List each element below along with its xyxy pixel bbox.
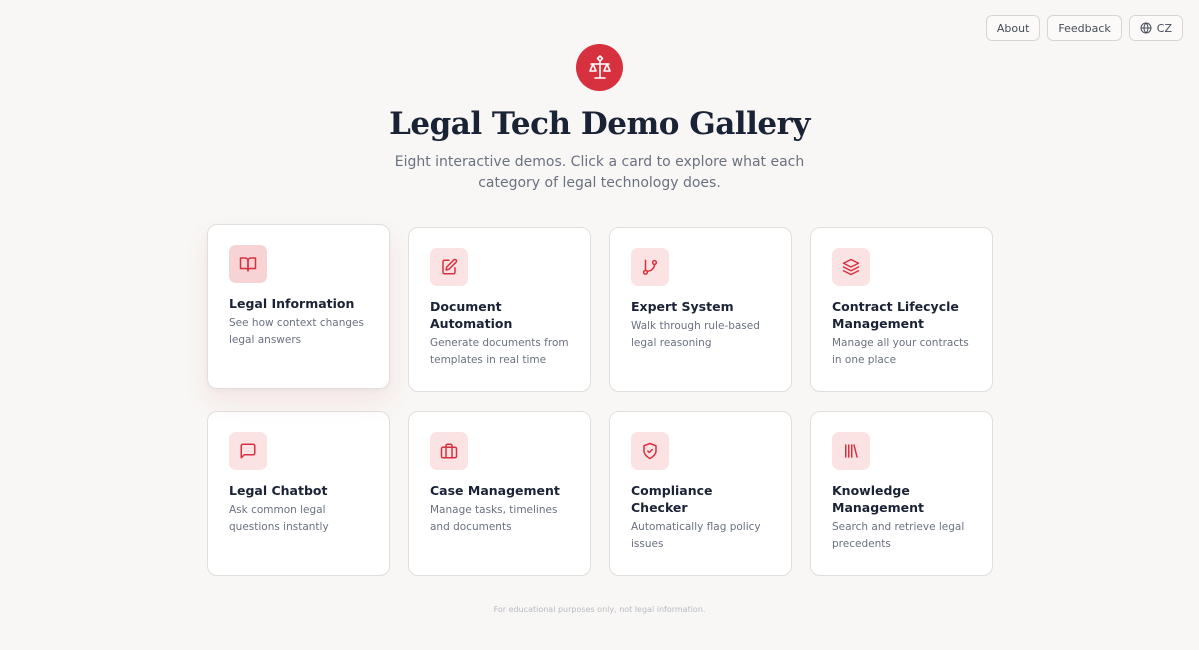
language-button[interactable]: CZ [1128, 15, 1183, 41]
card-compliance-checker[interactable]: Compliance Checker Automatically flag po… [609, 411, 792, 576]
card-title: Compliance Checker [631, 483, 713, 515]
card-title: Contract Lifecycle Management [832, 299, 959, 331]
card-icon-tile [430, 432, 468, 470]
about-button[interactable]: About [985, 15, 1041, 41]
briefcase-icon [440, 443, 458, 459]
page-title: Legal Tech Demo Gallery [389, 106, 810, 142]
card-icon-tile [631, 432, 669, 470]
footer-disclaimer: For educational purposes only, not legal… [493, 605, 706, 614]
card-document-automation[interactable]: Document Automation Generate documents f… [408, 227, 591, 392]
demo-card-grid: Legal Information See how context change… [207, 224, 993, 576]
book-open-icon [239, 257, 257, 272]
globe-icon [1140, 22, 1152, 34]
card-case-management[interactable]: Case Management Manage tasks, timelines … [408, 411, 591, 576]
card-description: Manage all your contracts in one place [832, 337, 969, 366]
card-description: Search and retrieve legal precedents [832, 521, 965, 550]
card-title: Document Automation [430, 299, 513, 331]
card-description: Ask common legal questions instantly [229, 504, 329, 533]
card-description: Automatically flag policy issues [631, 521, 761, 550]
shield-check-icon [643, 442, 657, 460]
layers-icon [842, 258, 860, 276]
card-icon-tile [229, 432, 267, 470]
card-description: Manage tasks, timelines and documents [430, 504, 558, 533]
feedback-button[interactable]: Feedback [1047, 15, 1122, 41]
card-title: Knowledge Management [832, 483, 925, 515]
card-knowledge-management[interactable]: Knowledge Management Search and retrieve… [810, 411, 993, 576]
card-title: Legal Chatbot [229, 483, 328, 498]
card-icon-tile [832, 432, 870, 470]
edit-document-icon [442, 258, 458, 275]
library-icon [845, 444, 858, 458]
card-contract-lifecycle-management[interactable]: Contract Lifecycle Management Manage all… [810, 227, 993, 392]
scales-of-justice-icon [588, 54, 611, 79]
logo [576, 44, 623, 91]
card-title: Case Management [430, 483, 560, 498]
card-expert-system[interactable]: Expert System Walk through rule-based le… [609, 227, 792, 392]
card-title: Expert System [631, 299, 734, 314]
card-icon-tile [430, 248, 468, 286]
card-legal-information[interactable]: Legal Information See how context change… [207, 224, 390, 389]
card-icon-tile [631, 248, 669, 286]
message-square-icon [240, 443, 256, 459]
card-title: Legal Information [229, 296, 355, 311]
card-description: Generate documents from templates in rea… [430, 337, 569, 366]
card-icon-tile [229, 245, 267, 283]
page-subtitle: Eight interactive demos. Click a card to… [394, 154, 805, 191]
git-branch-icon [642, 259, 658, 275]
card-legal-chatbot[interactable]: Legal Chatbot Ask common legal questions… [207, 411, 390, 576]
top-nav: About Feedback CZ [985, 15, 1183, 41]
feedback-label: Feedback [1058, 21, 1111, 35]
about-label: About [996, 21, 1030, 35]
card-description: Walk through rule-based legal reasoning [631, 320, 760, 349]
card-icon-tile [832, 248, 870, 286]
card-description: See how context changes legal answers [229, 317, 364, 346]
language-label: CZ [1156, 21, 1172, 35]
